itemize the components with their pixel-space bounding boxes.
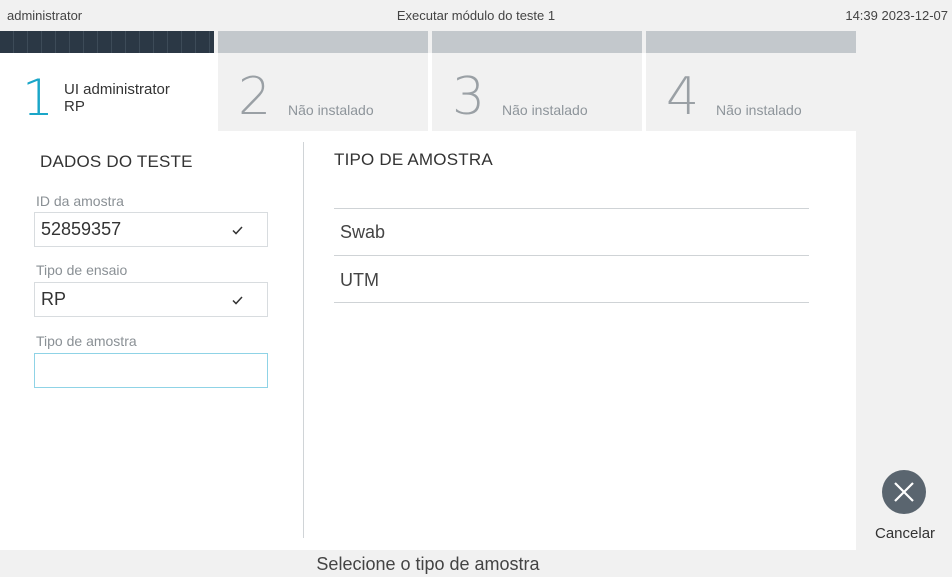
tab-user-label: UI administrator bbox=[64, 81, 170, 98]
status-bar: Selecione o tipo de amostra bbox=[0, 550, 856, 577]
sample-type-panel-title: TIPO DE AMOSTRA bbox=[334, 150, 493, 169]
tab-assay-label: RP bbox=[64, 98, 85, 115]
tab-label: Não instalado bbox=[288, 102, 374, 118]
cancel-button[interactable] bbox=[882, 470, 926, 514]
sample-type-option-swab[interactable]: Swab bbox=[340, 222, 385, 243]
tab-number: 1 bbox=[22, 69, 54, 127]
sample-type-label: Tipo de amostra bbox=[36, 333, 137, 349]
module-tabs: 1 UI administrator RP 2 Não instalado 3 … bbox=[0, 31, 856, 131]
tab-status-bar bbox=[432, 31, 642, 53]
tab-label: UI administrator RP bbox=[64, 81, 170, 115]
clock: 14:39 2023-12-07 bbox=[845, 8, 948, 23]
tab-number: 2 bbox=[238, 67, 272, 127]
sample-type-field[interactable] bbox=[34, 353, 268, 388]
close-icon bbox=[894, 482, 914, 502]
tab-module-4[interactable]: 4 Não instalado bbox=[646, 31, 856, 131]
tab-status-bar bbox=[0, 31, 214, 53]
sample-type-option-utm[interactable]: UTM bbox=[340, 270, 379, 291]
sample-id-label: ID da amostra bbox=[36, 193, 124, 209]
tab-status-bar bbox=[646, 31, 856, 53]
test-data-title: DADOS DO TESTE bbox=[40, 152, 193, 171]
tab-number: 4 bbox=[666, 67, 700, 127]
list-divider bbox=[334, 302, 809, 303]
check-icon bbox=[232, 226, 243, 235]
assay-type-label: Tipo de ensaio bbox=[36, 262, 128, 278]
assay-type-value: RP bbox=[41, 289, 67, 309]
cancel-label[interactable]: Cancelar bbox=[875, 525, 935, 542]
tab-module-1[interactable]: 1 UI administrator RP bbox=[0, 31, 214, 131]
tab-module-2[interactable]: 2 Não instalado bbox=[218, 31, 428, 131]
column-divider bbox=[303, 142, 304, 538]
list-divider bbox=[334, 255, 809, 256]
tab-label: Não instalado bbox=[716, 102, 802, 118]
sample-id-field[interactable]: 52859357 bbox=[34, 212, 268, 247]
tab-module-3[interactable]: 3 Não instalado bbox=[432, 31, 642, 131]
tab-status-bar bbox=[218, 31, 428, 53]
status-message: Selecione o tipo de amostra bbox=[316, 554, 540, 574]
list-divider bbox=[334, 208, 809, 209]
check-icon bbox=[232, 296, 243, 305]
sample-id-value: 52859357 bbox=[41, 219, 122, 239]
tab-number: 3 bbox=[452, 67, 486, 127]
top-bar: administrator Executar módulo do teste 1… bbox=[0, 0, 952, 31]
tab-label: Não instalado bbox=[502, 102, 588, 118]
assay-type-field[interactable]: RP bbox=[34, 282, 268, 317]
window-title: Executar módulo do teste 1 bbox=[396, 8, 556, 23]
right-panel: Cancelar bbox=[856, 31, 952, 577]
